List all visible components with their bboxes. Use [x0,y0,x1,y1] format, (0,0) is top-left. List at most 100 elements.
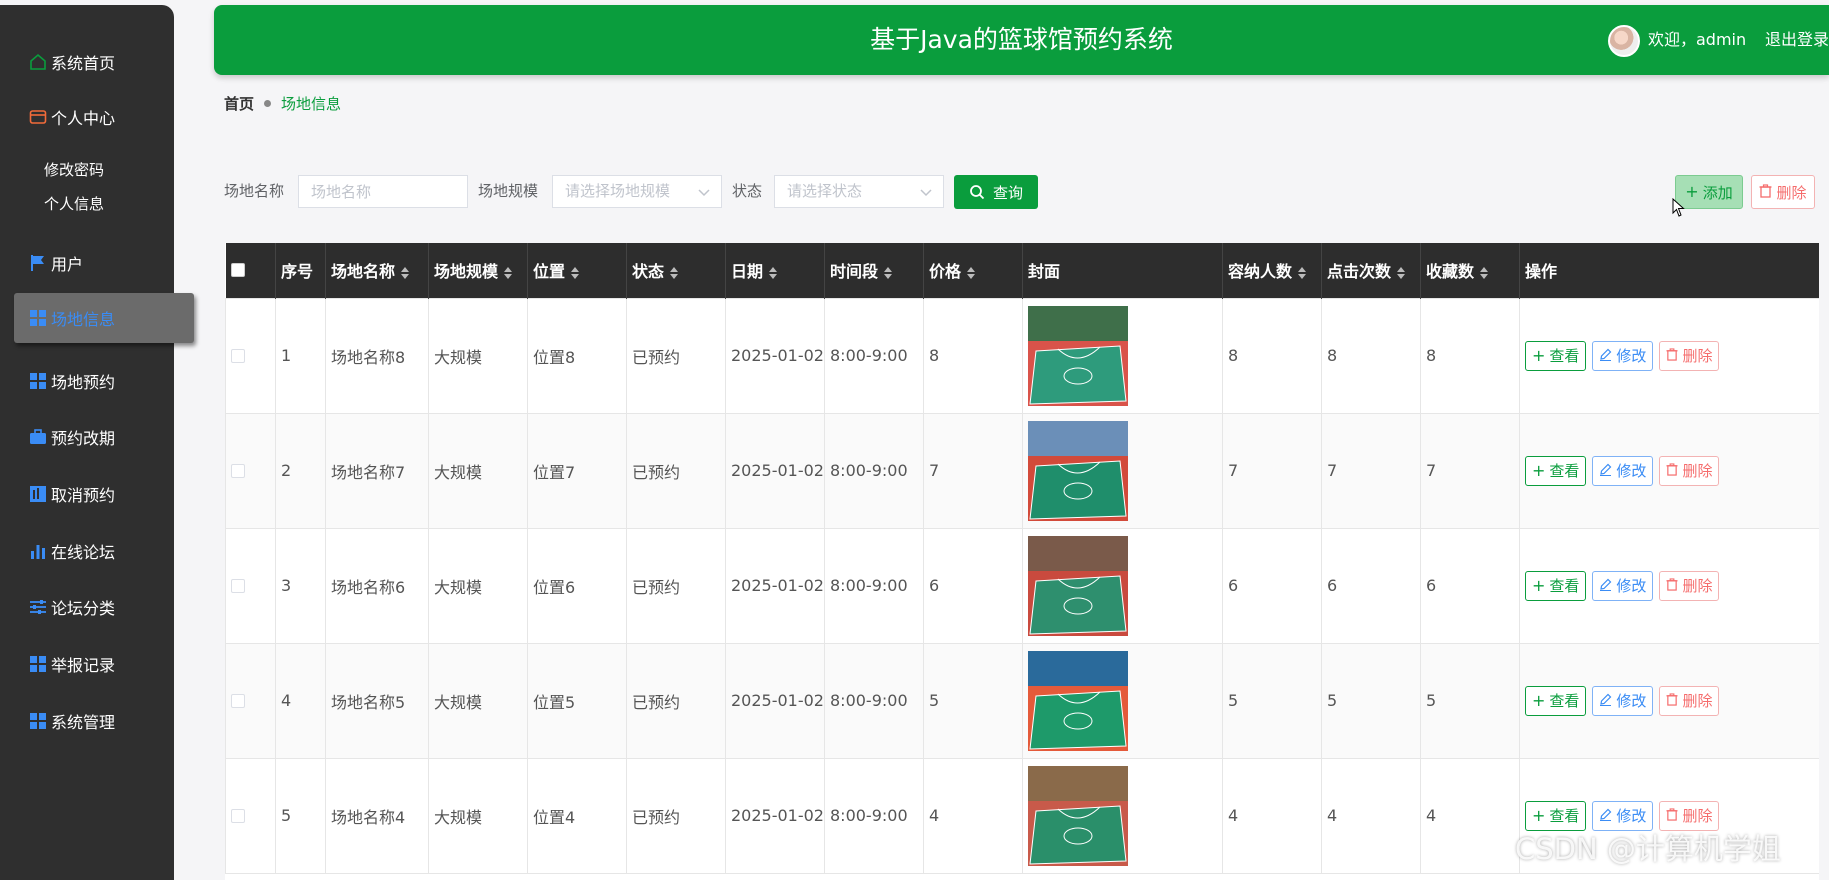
batch-delete-label: 删除 [1776,183,1807,202]
row-checkbox[interactable] [231,578,245,593]
select-all-checkbox[interactable] [230,263,245,278]
sidebar-item-label: 论坛分类 [51,599,116,618]
plus-icon: + [1532,575,1546,595]
court-cover-image[interactable] [1028,535,1128,636]
edit-button[interactable]: 修改 [1592,340,1654,371]
row-checkbox[interactable] [231,808,245,823]
sort-icon[interactable] [670,266,679,279]
status-placeholder: 请选择状态 [787,182,863,200]
sort-icon[interactable] [884,266,893,279]
add-button-label: 添加 [1702,183,1733,202]
cell-name: 场地名称6 [325,527,429,644]
sidebar-item-label: 场地信息 [51,310,116,329]
cell-scale: 大规模 [428,297,528,414]
view-button[interactable]: + 查看 [1525,685,1587,716]
col-header-capacity[interactable]: 容纳人数 [1222,243,1322,298]
sort-icon[interactable] [401,266,410,279]
breadcrumb-home[interactable]: 首页 [224,93,254,114]
sidebar-item-home[interactable]: 系统首页 [0,42,174,82]
avatar[interactable] [1608,25,1640,57]
grid-icon [28,308,48,328]
delete-button[interactable]: 删除 [1659,570,1720,601]
plus-icon: + [1685,182,1699,201]
sidebar-item-system-admin[interactable]: 系统管理 [0,701,174,741]
venue-name-label: 场地名称 [224,182,285,200]
court-cover-image[interactable] [1028,305,1128,406]
view-button[interactable]: + 查看 [1525,455,1587,486]
sort-icon[interactable] [769,266,778,279]
chart-icon [28,484,48,504]
col-header-status[interactable]: 状态 [626,243,726,298]
col-header-favorites[interactable]: 收藏数 [1420,243,1520,298]
court-cover-image[interactable] [1028,650,1128,751]
venue-scale-select[interactable]: 请选择场地规模 [552,175,722,208]
venue-name-input[interactable] [298,175,468,208]
cell-time: 8:00-9:00 [824,757,924,874]
row-checkbox[interactable] [231,463,245,478]
court-cover-image[interactable] [1028,765,1128,866]
court-cover-image[interactable] [1028,420,1128,521]
chevron-down-icon [920,189,932,197]
col-header-price[interactable]: 价格 [923,243,1023,298]
cell-clicks: 8 [1321,297,1421,414]
view-button[interactable]: + 查看 [1525,570,1587,601]
sidebar-item-report-records[interactable]: 举报记录 [0,644,174,684]
sidebar-subitem-change-password[interactable]: 修改密码 [44,159,104,180]
sort-icon[interactable] [1397,266,1406,279]
row-checkbox[interactable] [231,348,245,363]
query-button[interactable]: 查询 [954,175,1038,209]
sidebar-item-cancel-booking[interactable]: 取消预约 [0,474,174,514]
edit-button[interactable]: 修改 [1592,570,1654,601]
delete-button[interactable]: 删除 [1659,455,1720,486]
cell-location: 位置7 [527,412,627,529]
sidebar: 系统首页 个人中心 修改密码 个人信息 用户 场地信息 场地预约 预约改期 取消… [0,5,194,880]
sidebar-item-venue-info[interactable]: 场地信息 [14,293,194,343]
row-checkbox[interactable] [231,693,245,708]
delete-button[interactable]: 删除 [1659,340,1720,371]
grid-icon [28,654,48,674]
venue-table: 序号 场地名称 场地规模 位置 状态 日期 时间段 价格 封面 容纳人数 点击次… [225,243,1819,880]
sidebar-item-label: 用户 [51,255,84,274]
col-header-clicks[interactable]: 点击次数 [1321,243,1421,298]
sidebar-item-venue-booking[interactable]: 场地预约 [0,361,174,401]
view-button[interactable]: + 查看 [1525,340,1587,371]
sort-icon[interactable] [967,266,976,279]
sidebar-subitem-profile[interactable]: 个人信息 [44,193,104,214]
sort-icon[interactable] [504,266,513,279]
sidebar-item-forum[interactable]: 在线论坛 [0,531,174,571]
col-header-location[interactable]: 位置 [527,243,627,298]
cell-status: 已预约 [626,297,726,414]
cell-price: 4 [923,757,1023,874]
sort-icon[interactable] [571,266,580,279]
sidebar-item-forum-category[interactable]: 论坛分类 [0,587,174,627]
cell-actions: + 查看 修改 删除 [1519,642,1819,759]
sort-icon[interactable] [1480,266,1489,279]
col-header-name[interactable]: 场地名称 [325,243,429,298]
delete-button[interactable]: 删除 [1659,685,1720,716]
col-header-time[interactable]: 时间段 [824,243,924,298]
cell-name: 场地名称4 [325,757,429,874]
sidebar-item-users[interactable]: 用户 [0,243,174,283]
sidebar-item-label: 系统管理 [51,713,116,732]
col-header-date[interactable]: 日期 [725,243,825,298]
sidebar-item-label: 场地预约 [51,373,116,392]
edit-button[interactable]: 修改 [1592,455,1654,486]
sort-icon[interactable] [1298,266,1307,279]
cell-status: 已预约 [626,527,726,644]
status-select[interactable]: 请选择状态 [774,175,944,208]
top-header: 基于Java的篮球馆预约系统 欢迎，admin 退出登录 [214,5,1829,75]
edit-button[interactable]: 修改 [1592,685,1654,716]
cell-cover [1022,412,1223,529]
cell-index: 4 [275,642,326,759]
col-header-scale[interactable]: 场地规模 [428,243,528,298]
sidebar-item-reschedule[interactable]: 预约改期 [0,417,174,457]
cell-index: 3 [275,527,326,644]
sidebar-item-personal-center[interactable]: 个人中心 [0,97,174,137]
grid-icon [28,371,48,391]
cell-actions: + 查看 修改 删除 [1519,527,1819,644]
batch-delete-button[interactable]: 删除 [1751,175,1815,209]
logout-link[interactable]: 退出登录 [1765,5,1829,75]
cell-clicks: 4 [1321,757,1421,874]
cell-time: 8:00-9:00 [824,527,924,644]
table-row: 3 场地名称6 大规模 位置6 已预约 2025-01-02 8:00-9:00… [225,527,1819,644]
